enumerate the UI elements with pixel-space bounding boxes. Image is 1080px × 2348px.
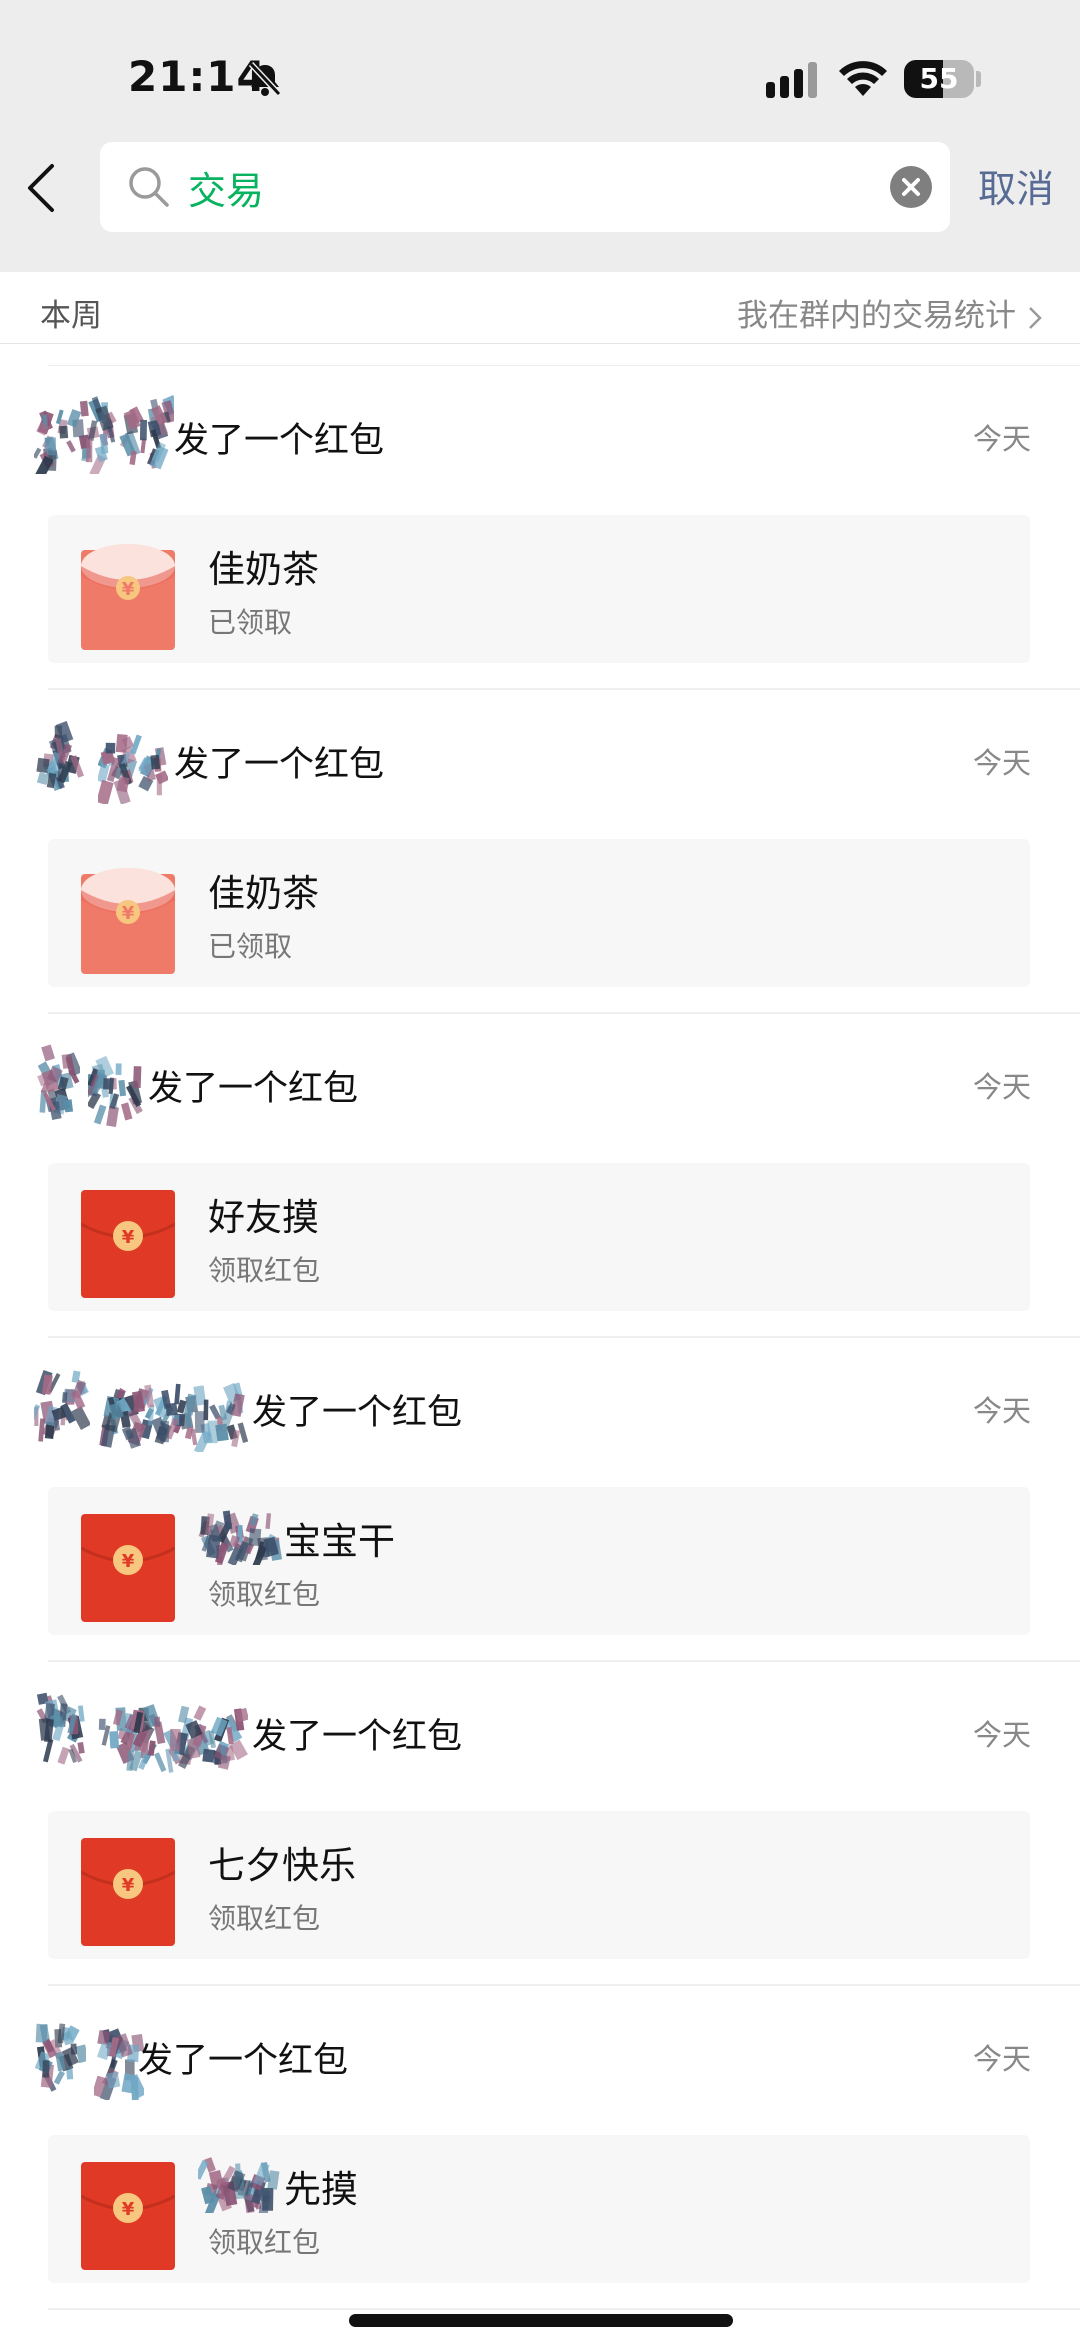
week-section-header: 本周 我在群内的交易统计	[0, 272, 1080, 344]
search-icon	[129, 167, 169, 207]
packet-status: 领取红包	[208, 1902, 321, 1935]
red-packet-card[interactable]: ¥ 先摸领取红包	[48, 2135, 1030, 2283]
red-packet-icon: ¥	[81, 1514, 175, 1622]
red-packet-list: 发了一个红包 今天 ¥ 佳奶茶 已领取 发了一个红包 今天 ¥ 佳奶茶 已领取 发了一个红包 今天…	[0, 366, 1080, 2310]
red-packet-item[interactable]: 发了一个红包 今天 ¥ 好友摸领取红包	[0, 1014, 1080, 1338]
red-packet-card[interactable]: ¥ 佳奶茶已领取	[48, 515, 1030, 663]
bell-muted-icon	[248, 61, 282, 97]
red-packet-icon: ¥	[81, 1838, 175, 1946]
sender-avatar	[36, 1692, 85, 1765]
yuan-symbol: ¥	[122, 579, 135, 600]
packet-status: 领取红包	[208, 1578, 321, 1611]
packet-title: 宝宝干	[284, 1520, 395, 1563]
title-redacted	[198, 2157, 280, 2213]
yuan-symbol: ¥	[122, 1875, 135, 1896]
red-packet-card[interactable]: ¥ 宝宝干领取红包	[48, 1487, 1030, 1635]
red-packet-icon: ¥	[81, 1190, 175, 1298]
sender-avatar	[36, 721, 85, 792]
packet-title: 佳奶茶	[208, 548, 319, 591]
red-packet-card[interactable]: ¥ 七夕快乐领取红包	[48, 1811, 1030, 1959]
chevron-right-icon	[1029, 306, 1042, 329]
close-icon	[902, 178, 920, 196]
sender-name-redacted	[98, 1704, 248, 1773]
search-box[interactable]	[100, 142, 950, 232]
sender-name-redacted	[94, 2028, 144, 2100]
sender-name-redacted	[99, 1382, 248, 1452]
red-packet-icon: ¥	[81, 2162, 175, 2270]
action-text: 发了一个红包	[174, 421, 385, 461]
red-packet-card[interactable]: ¥ 佳奶茶已领取	[48, 839, 1030, 987]
item-header: 发了一个红包 今天	[34, 1682, 1034, 1778]
packet-title: 七夕快乐	[208, 1844, 356, 1887]
action-text: 发了一个红包	[252, 1393, 463, 1433]
divider	[48, 2308, 1080, 2310]
red-packet-opened-icon: ¥	[81, 544, 175, 650]
timestamp: 今天	[972, 1070, 1031, 1104]
yuan-symbol: ¥	[122, 1551, 135, 1572]
cancel-button[interactable]: 取消	[978, 158, 1054, 213]
trade-stats-label: 我在群内的交易统计	[737, 298, 1016, 334]
action-text: 发了一个红包	[174, 745, 385, 785]
packet-status: 已领取	[208, 606, 293, 639]
item-header: 发了一个红包 今天	[34, 2006, 1034, 2102]
timestamp: 今天	[972, 2042, 1031, 2076]
packet-title: 好友摸	[208, 1196, 319, 1239]
red-packet-item[interactable]: 发了一个红包 今天 ¥ 佳奶茶已领取	[0, 690, 1080, 1014]
packet-status: 已领取	[208, 930, 293, 963]
packet-title: 佳奶茶	[208, 872, 319, 915]
trade-stats-link[interactable]: 我在群内的交易统计	[737, 290, 1042, 335]
title-redacted	[198, 1510, 282, 1565]
sender-avatar	[34, 1370, 90, 1442]
home-indicator[interactable]	[349, 2314, 733, 2327]
back-button[interactable]	[20, 160, 64, 216]
sender-avatar	[37, 1044, 80, 1121]
action-text: 发了一个红包	[148, 1069, 359, 1109]
packet-title: 先摸	[284, 2168, 358, 2211]
battery-level: 55	[919, 62, 959, 95]
status-bar: 21:14 55	[0, 0, 1080, 140]
yuan-symbol: ¥	[122, 1227, 135, 1248]
timestamp: 今天	[972, 1718, 1031, 1752]
item-header: 发了一个红包 今天	[34, 710, 1034, 806]
sender-avatar	[34, 2023, 86, 2092]
red-packet-card[interactable]: ¥ 好友摸领取红包	[48, 1163, 1030, 1311]
red-packet-opened-icon: ¥	[81, 868, 175, 974]
red-packet-item[interactable]: 发了一个红包 今天 ¥ 先摸领取红包	[0, 1986, 1080, 2310]
sender-name-redacted	[88, 1055, 143, 1128]
red-packet-item[interactable]: 发了一个红包 今天 ¥ 佳奶茶已领取	[0, 366, 1080, 690]
timestamp: 今天	[972, 746, 1031, 780]
timestamp: 今天	[972, 422, 1031, 456]
sender-name-redacted	[98, 734, 168, 804]
battery-tip	[976, 71, 981, 87]
search-input[interactable]	[188, 152, 828, 222]
battery-indicator: 55	[904, 60, 974, 98]
item-header: 发了一个红包 今天	[34, 1034, 1034, 1130]
item-header: 发了一个红包 今天	[34, 1358, 1034, 1454]
red-packet-item[interactable]: 发了一个红包 今天 ¥ 宝宝干领取红包	[0, 1338, 1080, 1662]
action-text: 发了一个红包	[252, 1717, 463, 1757]
sender-avatar	[34, 394, 174, 474]
clear-search-button[interactable]	[890, 166, 932, 208]
packet-status: 领取红包	[208, 2226, 321, 2259]
action-text: 发了一个红包	[138, 2041, 349, 2081]
timestamp: 今天	[972, 1394, 1031, 1428]
item-header: 发了一个红包 今天	[34, 386, 1034, 482]
signal-icon	[766, 62, 817, 98]
yuan-symbol: ¥	[122, 903, 135, 924]
packet-status: 领取红包	[208, 1254, 321, 1287]
wifi-icon	[839, 61, 887, 96]
week-label: 本周	[40, 298, 102, 334]
yuan-symbol: ¥	[122, 2199, 135, 2220]
red-packet-item[interactable]: 发了一个红包 今天 ¥ 七夕快乐领取红包	[0, 1662, 1080, 1986]
